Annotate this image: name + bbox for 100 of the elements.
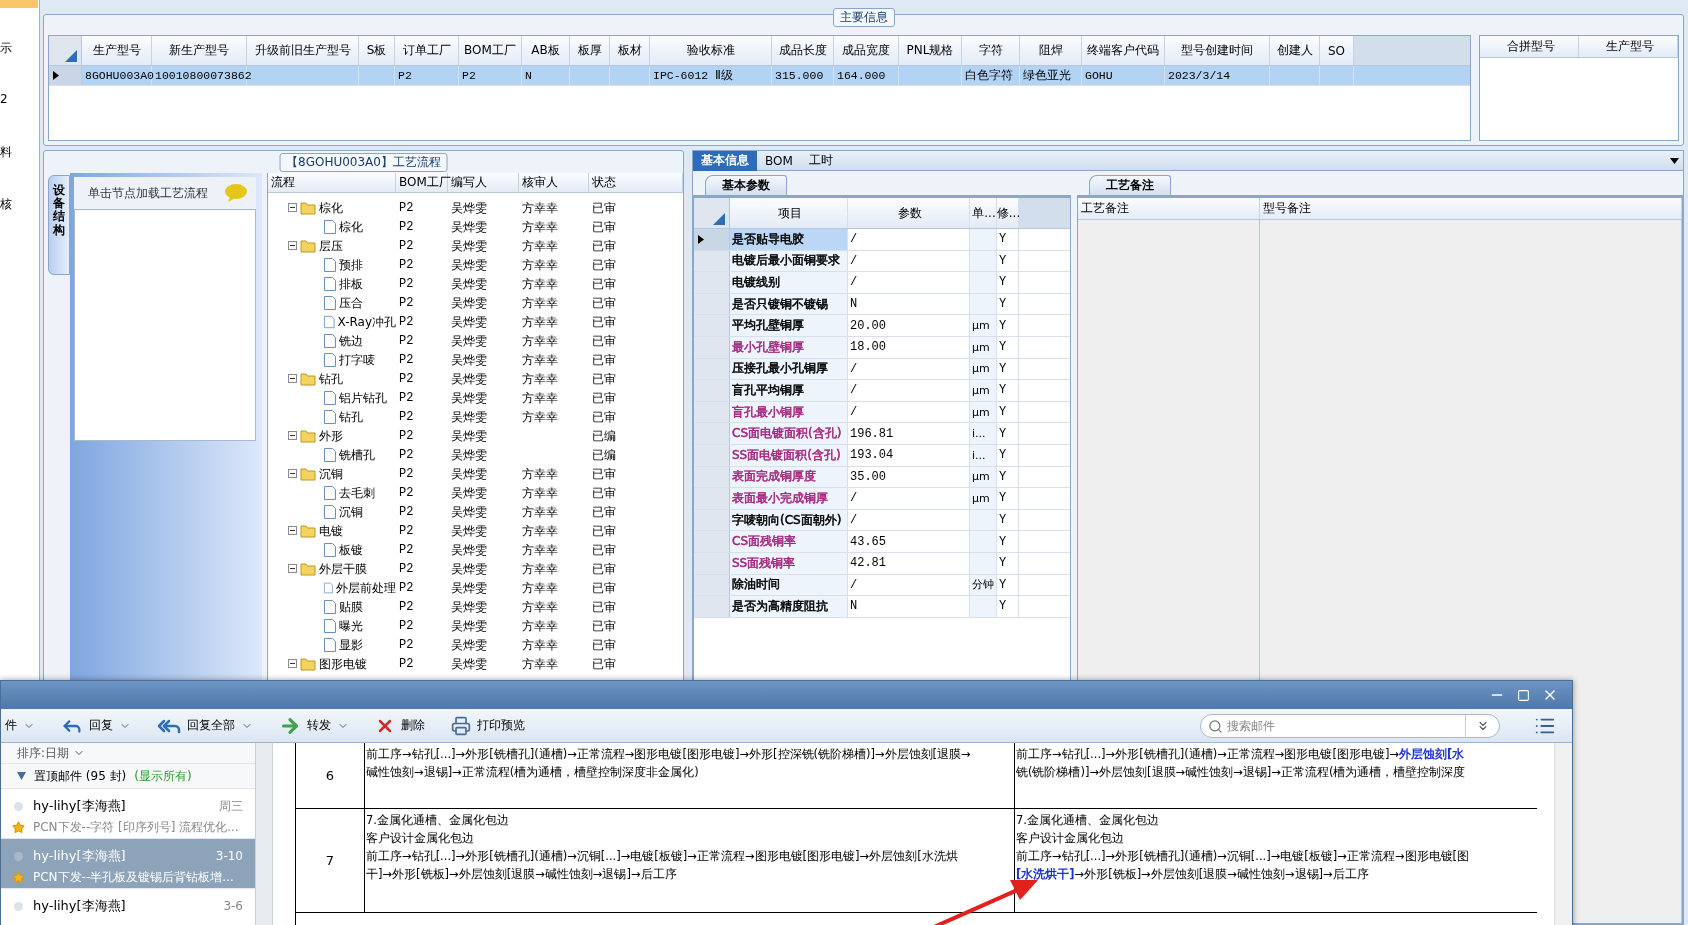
tree-item[interactable]: X-Ray冲孔 xyxy=(337,314,396,329)
tree-item[interactable]: 外层干膜 xyxy=(319,561,367,576)
table-cell: SS面电镀面积(含孔) xyxy=(732,446,841,464)
tree-item[interactable]: 曝光 xyxy=(339,618,363,633)
tree-item[interactable]: 沉铜 xyxy=(339,504,363,519)
toolbar-button[interactable]: 回复全部 xyxy=(153,711,257,740)
document-icon xyxy=(324,390,336,405)
column-header[interactable]: 生产型号 xyxy=(1579,36,1678,57)
collapse-icon[interactable] xyxy=(288,374,297,383)
table-cell: 吴烨雯 xyxy=(451,504,487,519)
column-header[interactable]: 项目 xyxy=(730,198,848,228)
column-header[interactable]: PNL规格 xyxy=(899,36,962,65)
column-header[interactable]: 字符 xyxy=(962,36,1020,65)
column-header[interactable]: 板厚 xyxy=(570,36,610,65)
column-header[interactable]: 成品宽度 xyxy=(834,36,899,65)
tree-item[interactable]: 外层前处理 xyxy=(336,580,396,595)
table-cell: Y xyxy=(997,336,1019,358)
column-header[interactable]: 核审人 xyxy=(519,173,589,192)
column-header[interactable]: 阻焊 xyxy=(1020,36,1082,65)
column-header[interactable]: 验收标准 xyxy=(650,36,772,65)
tree-item[interactable]: 棕化 xyxy=(319,200,343,215)
tab[interactable]: 工艺备注 xyxy=(1089,175,1171,195)
collapse-icon[interactable] xyxy=(288,241,297,250)
tree-item[interactable]: 铣槽孔 xyxy=(339,447,375,462)
collapse-icon[interactable] xyxy=(288,659,297,668)
side-tab[interactable]: 设备结构 xyxy=(48,175,70,275)
collapse-icon[interactable] xyxy=(288,469,297,478)
tree-item[interactable]: 沉铜 xyxy=(319,466,343,481)
toolbar-button[interactable]: 删除 xyxy=(371,713,429,738)
column-header[interactable]: 单... xyxy=(970,198,997,228)
tab[interactable]: 基本参数 xyxy=(705,175,787,195)
row-selector[interactable] xyxy=(694,229,730,250)
tree-item[interactable]: 图形电镀 xyxy=(319,656,367,671)
column-header[interactable]: 板材 xyxy=(610,36,650,65)
tree-item[interactable]: 铝片钻孔 xyxy=(339,390,387,405)
collapse-icon[interactable] xyxy=(288,526,297,535)
show-all-link[interactable]: (显示所有) xyxy=(134,767,192,785)
tree-item[interactable]: 压合 xyxy=(339,295,363,310)
column-header[interactable]: 型号备注 xyxy=(1260,198,1682,219)
collapse-icon[interactable] xyxy=(288,431,297,440)
table-row[interactable]: 8GOHU003A010010800073862 P2 P2 N IPC-6012 Ⅱ级 315.000 164.000 白色字符 绿色亚光 GOHU 2023/3/14 xyxy=(49,66,1470,86)
column-header[interactable]: 升级前旧生产型号 xyxy=(247,36,359,65)
row-selector[interactable] xyxy=(49,66,82,85)
tree-item[interactable]: 显影 xyxy=(339,637,363,652)
tree-item[interactable]: 去毛刺 xyxy=(339,485,375,500)
maximize-icon[interactable] xyxy=(1517,688,1530,702)
sort-dropdown[interactable]: 排序:日期 xyxy=(1,743,255,765)
toolbar-button[interactable]: 转发 xyxy=(275,712,353,739)
nav-item[interactable]: 料 xyxy=(0,144,39,160)
tree-item[interactable]: 层压 xyxy=(319,238,343,253)
column-header[interactable]: 工艺备注 xyxy=(1078,198,1260,219)
column-header[interactable]: 成品长度 xyxy=(772,36,834,65)
tree-item[interactable]: 铣边 xyxy=(339,333,363,348)
tab[interactable]: BOM xyxy=(757,150,801,171)
column-header[interactable]: 型号创建时间 xyxy=(1165,36,1270,65)
column-header[interactable]: 流程 xyxy=(268,173,396,192)
tree-item[interactable]: 贴膜 xyxy=(339,599,363,614)
column-header[interactable]: 终端客户代码 xyxy=(1082,36,1165,65)
table-cell: i... xyxy=(970,444,997,466)
table-text: 客户设计金属化包边 xyxy=(366,830,475,847)
tree-item[interactable]: 板镀 xyxy=(339,542,363,557)
sender-name: hy-lihy[李海燕] xyxy=(33,797,127,816)
search-field[interactable]: 搜索邮件 xyxy=(1200,713,1500,738)
toolbar-button[interactable]: 件 xyxy=(1,715,39,736)
column-header[interactable]: 状态 xyxy=(589,173,683,192)
collapse-icon[interactable] xyxy=(288,203,297,212)
table-cell: Y xyxy=(997,531,1019,552)
tree-item[interactable]: 打字唛 xyxy=(339,352,375,367)
mail-date: 3-10 xyxy=(215,849,243,863)
dropdown-icon[interactable] xyxy=(1670,157,1679,164)
column-header[interactable]: S板 xyxy=(359,36,395,65)
column-header[interactable]: 参数 xyxy=(848,198,970,228)
tree-item[interactable]: 钻孔 xyxy=(339,409,363,424)
column-header[interactable]: AB板 xyxy=(522,36,570,65)
nav-item[interactable]: 2 xyxy=(0,92,39,108)
tab[interactable]: 工时 xyxy=(800,150,841,171)
column-header[interactable]: 创建人 xyxy=(1270,36,1320,65)
table-cell: 吴烨雯 xyxy=(451,599,487,614)
tree-item[interactable]: 排板 xyxy=(339,276,363,291)
toolbar-button[interactable]: 打印预览 xyxy=(447,713,529,738)
column-header[interactable]: 订单工厂 xyxy=(395,36,459,65)
tree-item[interactable]: 电镀 xyxy=(319,523,343,538)
tree-item[interactable]: 棕化 xyxy=(339,219,363,234)
column-header[interactable]: BOM工厂 xyxy=(459,36,522,65)
nav-item[interactable]: 示 xyxy=(0,40,39,56)
tree-item[interactable]: 预排 xyxy=(339,257,363,272)
document-icon xyxy=(324,637,336,652)
column-header[interactable]: 合拼型号 xyxy=(1480,36,1579,57)
column-header[interactable]: 生产型号 xyxy=(82,36,152,65)
column-header[interactable]: 新生产型号 xyxy=(152,36,247,65)
table-cell: P2 xyxy=(395,66,459,85)
tree-item[interactable]: 钻孔 xyxy=(319,371,343,386)
table-text: 前工序→钻孔[...]→外形[铣槽孔](通槽)→正常流程→图形电镀[图形电镀]→外形[控深铣(铣阶梯槽)]→外层蚀刻[退膜→ xyxy=(366,746,972,763)
collapse-icon[interactable] xyxy=(288,564,297,573)
table-cell: 已审 xyxy=(592,466,616,481)
tree-item[interactable]: 外形 xyxy=(319,428,343,443)
tab[interactable]: 基本信息 xyxy=(693,150,757,171)
nav-item[interactable]: 核 xyxy=(0,196,39,212)
toolbar-button[interactable]: 回复 xyxy=(57,712,135,739)
table-cell: 压接孔最小孔铜厚 xyxy=(732,360,828,378)
